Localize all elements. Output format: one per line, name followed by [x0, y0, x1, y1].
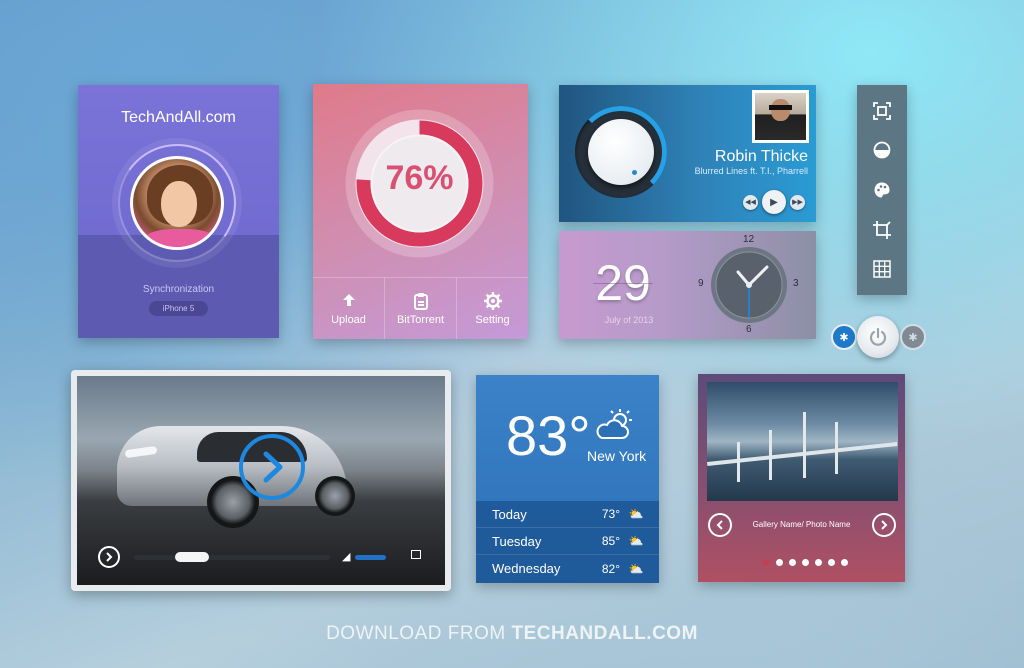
pagination-dot[interactable]	[789, 559, 796, 566]
play-overlay-button[interactable]	[239, 434, 305, 500]
setting-button[interactable]: Setting	[457, 278, 528, 339]
photo-gallery-card: Gallery Name/ Photo Name	[698, 374, 905, 582]
pagination-dot[interactable]	[763, 559, 770, 566]
profile-card: TechAndAll.com Synchronization iPhone 5	[78, 85, 279, 338]
bittorrent-label: BitTorrent	[396, 313, 445, 326]
partly-sunny-icon: ⛅	[628, 561, 644, 576]
speaker-icon[interactable]: ◢	[342, 550, 350, 563]
upload-arrow-icon	[342, 292, 356, 314]
pagination-dot[interactable]	[802, 559, 809, 566]
fullscreen-icon[interactable]	[411, 550, 421, 559]
forecast-temp: 82°	[601, 561, 620, 576]
pagination-dot[interactable]	[841, 559, 848, 566]
gallery-pagination	[763, 559, 848, 566]
footer-prefix: DOWNLOAD FROM	[326, 623, 512, 644]
forecast-list: Today 73° ⛅ Tuesday 85° ⛅ Wednesday 82° …	[476, 501, 659, 583]
chevron-right-icon	[881, 520, 888, 530]
pagination-dot[interactable]	[776, 559, 783, 566]
forecast-day: Wednesday	[492, 561, 561, 576]
album-cover	[752, 90, 809, 143]
analog-clock	[711, 247, 787, 323]
pagination-dot[interactable]	[815, 559, 822, 566]
forecast-temp: 73°	[601, 507, 620, 521]
forecast-row[interactable]: Today 73° ⛅	[476, 501, 659, 528]
forecast-day: Today	[492, 506, 527, 522]
current-temperature: 83°	[506, 404, 591, 467]
gallery-caption: Gallery Name/ Photo Name	[752, 520, 851, 529]
forecast-temp: 85°	[601, 534, 620, 548]
video-player: ◢	[71, 370, 451, 591]
grid-icon[interactable]	[872, 259, 892, 279]
progress-percent: 76%	[385, 159, 454, 197]
partly-sunny-icon: ⛅	[628, 534, 644, 548]
forecast-row[interactable]: Wednesday 82° ⛅	[476, 555, 659, 582]
bluetooth-icon[interactable]: ✱	[831, 324, 857, 350]
bittorrent-button[interactable]: BitTorrent	[385, 278, 457, 339]
progress-card: 76% Upload BitTorrent Setting	[313, 84, 528, 339]
seek-thumb[interactable]	[174, 552, 209, 562]
chevron-left-icon	[716, 520, 723, 530]
video-screen[interactable]: ◢	[77, 376, 445, 585]
partly-sunny-icon	[596, 408, 634, 447]
upload-button[interactable]: Upload	[313, 278, 385, 339]
song-title: Blurred Lines ft. T.I., Pharrell	[694, 166, 808, 176]
forecast-row[interactable]: Tuesday 85° ⛅	[476, 528, 659, 555]
chevron-right-icon	[106, 552, 113, 562]
gallery-photo[interactable]	[707, 382, 898, 501]
device-badge[interactable]: iPhone 5	[149, 301, 208, 316]
flip-divider	[593, 283, 653, 284]
gallery-prev-button[interactable]	[708, 513, 732, 537]
forecast-day: Tuesday	[492, 533, 542, 549]
fullscreen-frame-icon[interactable]	[872, 101, 892, 121]
partly-sunny-icon: ⛅	[628, 507, 644, 521]
clock-label-12: 12	[743, 234, 755, 245]
pagination-dot[interactable]	[828, 559, 835, 566]
volume-knob-indicator	[632, 170, 637, 175]
fast-forward-icon[interactable]: ▶▶	[790, 194, 805, 210]
play-button[interactable]	[98, 546, 120, 568]
avatar[interactable]	[130, 156, 224, 250]
chevron-right-icon	[263, 451, 283, 483]
profile-site-title: TechAndAll.com	[121, 109, 236, 126]
crop-icon[interactable]	[872, 220, 892, 240]
bluetooth-off-icon[interactable]: ✱	[900, 324, 926, 350]
sync-status: Synchronization	[142, 284, 215, 295]
seek-bar[interactable]	[134, 555, 330, 560]
volume-knob[interactable]	[588, 119, 654, 185]
clipboard-icon	[413, 292, 429, 314]
gallery-next-button[interactable]	[872, 513, 896, 537]
city-name: New York	[587, 448, 647, 464]
clock-label-3: 3	[793, 278, 799, 289]
music-player-card: Robin Thicke Blurred Lines ft. T.I., Pha…	[559, 85, 816, 222]
footer-brand: TECHANDALL.COM	[511, 623, 698, 644]
rewind-icon[interactable]: ◀◀	[743, 194, 758, 210]
progress-actions: Upload BitTorrent Setting	[313, 277, 528, 339]
date-clock-card: 29 July of 2013 12 3 6 9	[559, 231, 816, 339]
clock-label-6: 6	[746, 324, 752, 335]
clock-label-9: 9	[698, 278, 704, 289]
gear-icon	[483, 291, 502, 314]
artist-name: Robin Thicke	[714, 148, 808, 165]
weather-card: 83° New York Today 73° ⛅ Tuesday 85° ⛅ W…	[476, 375, 659, 583]
half-circle-icon[interactable]	[872, 140, 892, 160]
volume-bar[interactable]	[355, 555, 386, 560]
play-icon[interactable]: ▶	[762, 190, 786, 214]
footer-credit: DOWNLOAD FROM TECHANDALL.COM	[0, 623, 1024, 645]
upload-label: Upload	[331, 313, 366, 326]
palette-icon[interactable]	[872, 180, 892, 200]
power-icon[interactable]	[857, 316, 899, 358]
setting-label: Setting	[475, 313, 510, 326]
vertical-toolbar	[857, 85, 907, 295]
date-month-year: July of 2013	[604, 315, 654, 325]
playback-controls: ◀◀ ▶ ▶▶	[743, 190, 805, 214]
